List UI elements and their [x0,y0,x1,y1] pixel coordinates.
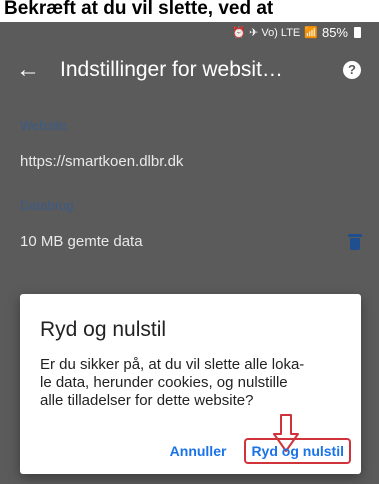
confirm-clear-button[interactable]: Ryd og nulstil [244,438,351,464]
back-arrow-icon[interactable]: ← [0,42,56,98]
cancel-button[interactable]: Annuller [164,439,233,463]
dialog-message-line: Er du sikker på, at du vil slette alle l… [40,356,305,373]
phone-screen: ⏰ ✈ Vo) LTE 📶 85% ← Indstillinger for we… [0,22,379,484]
status-icons: ⏰ ✈ Vo) LTE [232,26,301,39]
battery-percent: 85% [321,24,348,40]
battery-icon [354,26,361,38]
stored-data-row: 10 MB gemte data [0,233,379,250]
dialog-actions: Annuller Ryd og nulstil [164,438,351,464]
dialog-message-line: le data, herunder cookies, og nulstille [40,374,288,391]
dialog-title: Ryd og nulstil [40,318,167,341]
website-section-heading: Website [20,118,67,133]
dialog-message-line: alle tilladelser for dette website? [40,392,254,409]
trash-icon[interactable] [348,233,362,250]
status-bar: ⏰ ✈ Vo) LTE 📶 85% [0,22,379,42]
stored-data-label: 10 MB gemte data [20,233,143,250]
help-icon[interactable]: ? [343,61,361,79]
dialog-message: Er du sikker på, at du vil slette alle l… [40,356,352,410]
website-url: https://smartkoen.dlbr.dk [20,153,184,170]
page-title: Indstillinger for websit… [60,58,283,81]
signal-icon: 📶 [304,26,318,39]
clear-reset-dialog: Ryd og nulstil Er du sikker på, at du vi… [20,294,361,474]
data-usage-heading: Databrug [20,198,74,213]
app-toolbar: ← Indstillinger for websit… ? [0,42,379,98]
instruction-caption: Bekræft at du vil slette, ved at [0,0,379,22]
